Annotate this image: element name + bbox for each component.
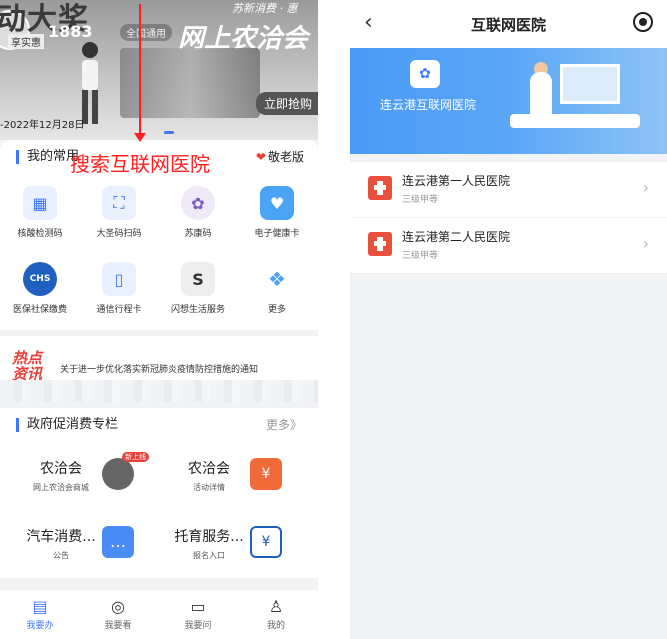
hospital-icon	[368, 232, 392, 256]
annotation-text: 搜索互联网医院	[70, 152, 210, 176]
hospital-list: 连云港第一人民医院 三级甲等 › 连云港第二人民医院 三级甲等 ›	[350, 162, 667, 274]
chevron-right-icon: ›	[642, 234, 649, 253]
new-tag: 新上线	[122, 452, 149, 462]
grid-item-nucleic[interactable]: ▦ 核酸检测码	[0, 186, 80, 239]
document-icon: ▤	[32, 597, 48, 616]
window-illustration	[560, 64, 620, 104]
home-screen: 动大奖 1883 享实惠 全国通用 苏新消费 · 惠 网上农洽会 立即抢购 -2…	[0, 0, 318, 639]
buy-now-button[interactable]: 立即抢购	[256, 92, 318, 115]
hospital-item-name: 连云港第二人民医院	[402, 230, 511, 244]
list-item[interactable]: 连云港第二人民医院 三级甲等 ›	[350, 218, 667, 274]
health-card-icon: ♥	[260, 186, 294, 220]
hospital-logo-icon: ✿	[410, 60, 440, 88]
hospital-name: 连云港互联网医院	[380, 98, 477, 112]
elder-mode-button[interactable]: ❤ 敬老版	[256, 148, 304, 165]
internet-hospital-screen: ‹ 互联网医院 ✿ 连云港互联网医院 连云港第一人民医院 三级甲等 › 连云港第…	[350, 0, 667, 639]
bottom-tab-bar: ▤ 我要办 ◎ 我要看 ▭ 我要问 ♙ 我的	[0, 589, 318, 639]
promo-item[interactable]: 汽车消费... 公告 …	[10, 520, 150, 576]
tab-label: 我要问	[184, 621, 212, 631]
banner-number: 1883	[48, 22, 93, 41]
receipt-icon: ¥	[250, 526, 282, 558]
grid-item-label: 电子健康卡	[254, 229, 300, 239]
grid-item-label: 闪想生活服务	[170, 305, 225, 315]
promo-title: 政府促消费专栏	[16, 418, 118, 432]
grid-item-label: 大圣码扫码	[96, 229, 142, 239]
hospital-icon	[368, 176, 392, 200]
banner-slogan: 苏新消费 · 惠	[232, 2, 298, 15]
annotation-arrow	[134, 4, 146, 142]
elder-mode-label: 敬老版	[267, 150, 304, 164]
grid-item-life-service[interactable]: S 闪想生活服务	[158, 262, 238, 315]
scan-icon: ⛶	[102, 186, 136, 220]
hospital-item-name: 连云港第一人民医院	[402, 174, 511, 188]
hospital-item-level: 三级甲等	[402, 195, 439, 205]
promo-item-title: 农洽会	[188, 461, 230, 477]
chevron-right-icon: ›	[642, 178, 649, 197]
promo-item[interactable]: 农洽会 网上农洽会商城 新上线	[10, 452, 150, 508]
grid-item-label: 通信行程卡	[96, 305, 142, 315]
record-icon[interactable]	[633, 12, 653, 32]
more-link[interactable]: 更多》	[266, 416, 302, 433]
tab-label: 我的	[266, 621, 285, 631]
promo-banner[interactable]: 动大奖 1883 享实惠 全国通用 苏新消费 · 惠 网上农洽会 立即抢购 -2…	[0, 0, 318, 140]
sukang-code-icon: ✿	[181, 186, 215, 220]
tab-watch[interactable]: ◎ 我要看	[88, 597, 148, 632]
grid-item-label: 苏康码	[184, 229, 212, 239]
user-icon: ♙	[268, 597, 284, 616]
message-icon: ▭	[190, 597, 206, 616]
grid-item-label: 核酸检测码	[17, 229, 63, 239]
banner-date: -2022年12月28日	[0, 120, 85, 131]
grid-item-chs[interactable]: CHS 医保社保缴费	[0, 262, 80, 315]
qr-code-icon: ▦	[23, 186, 57, 220]
promo-item-title: 农洽会	[40, 461, 82, 477]
tab-label: 我要看	[104, 621, 132, 631]
carousel-indicator	[164, 131, 174, 134]
promo-item-title: 汽车消费...	[26, 529, 96, 545]
hot-news-bar[interactable]: 热点 资讯 关于进一步优化落实新冠肺炎疫情防控措施的通知	[0, 336, 318, 402]
grid-item-label: 医保社保缴费	[12, 305, 67, 315]
hot-news-text: 关于进一步优化落实新冠肺炎疫情防控措施的通知	[60, 365, 259, 375]
promo-item-title: 托育服务...	[174, 529, 244, 545]
chs-icon: CHS	[23, 262, 57, 296]
tab-ask[interactable]: ▭ 我要问	[168, 597, 228, 632]
tab-label: 我要办	[26, 621, 54, 631]
hospital-banner: ✿ 连云港互联网医院	[350, 48, 667, 154]
nav-bar: ‹ 互联网医院	[350, 0, 667, 48]
grid-item-label: 更多	[267, 305, 286, 315]
goods-illustration	[120, 48, 260, 118]
search-icon: ◎	[111, 597, 125, 616]
list-item[interactable]: 连云港第一人民医院 三级甲等 ›	[350, 162, 667, 218]
banner-sub-text: 享实惠	[8, 34, 44, 49]
banner-pill: 全国通用	[120, 24, 172, 41]
page-title: 互联网医院	[470, 16, 546, 34]
grid-item-more[interactable]: ❖ 更多	[237, 262, 317, 315]
promo-item-subtitle: 网上农洽会商城	[33, 483, 89, 492]
hospital-item-level: 三级甲等	[402, 251, 439, 261]
promo-item-subtitle: 活动详情	[193, 483, 225, 492]
trip-card-icon: ▯	[102, 262, 136, 296]
map-icon	[102, 458, 134, 490]
skyline-decoration	[0, 380, 318, 402]
tab-handle[interactable]: ▤ 我要办	[10, 597, 70, 632]
life-service-icon: S	[181, 262, 215, 296]
promo-card: 政府促消费专栏 更多》 农洽会 网上农洽会商城 新上线 农洽会 活动详情 ¥ 汽…	[0, 408, 318, 578]
more-icon: ❖	[268, 267, 286, 291]
hot-news-badge: 热点 资讯	[12, 349, 43, 383]
grid-item-scan[interactable]: ⛶ 大圣码扫码	[79, 186, 159, 239]
grid-item-sukang[interactable]: ✿ 苏康码	[158, 186, 238, 239]
grid-item-trip-card[interactable]: ▯ 通信行程卡	[79, 262, 159, 315]
grid-item-health-card[interactable]: ♥ 电子健康卡	[237, 186, 317, 239]
coupon-icon: ¥	[250, 458, 282, 490]
chat-icon: …	[102, 526, 134, 558]
promo-item-subtitle: 报名入口	[193, 551, 225, 560]
promo-item-subtitle: 公告	[53, 551, 69, 560]
heart-icon: ❤	[255, 150, 266, 164]
promo-item[interactable]: 农洽会 活动详情 ¥	[158, 452, 298, 508]
promo-item[interactable]: 托育服务... 报名入口 ¥	[158, 520, 298, 576]
tab-mine[interactable]: ♙ 我的	[246, 597, 306, 632]
bed-illustration	[510, 114, 640, 128]
